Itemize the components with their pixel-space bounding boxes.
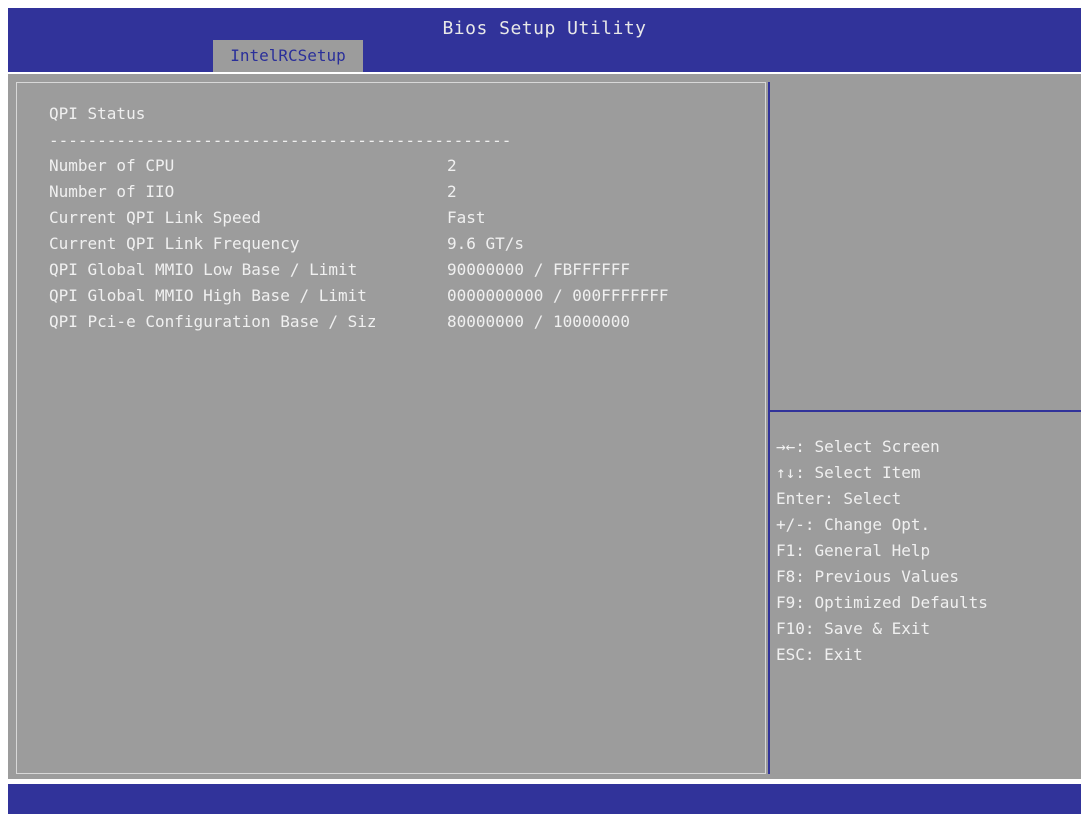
help-esc-exit: ESC: Exit — [776, 645, 863, 664]
label-qpi-link-speed: Current QPI Link Speed — [49, 208, 261, 227]
label-mmio-high: QPI Global MMIO High Base / Limit — [49, 286, 367, 305]
title-bar: Bios Setup Utility IntelRCSetup — [8, 8, 1081, 72]
label-mmio-low: QPI Global MMIO Low Base / Limit — [49, 260, 358, 279]
help-enter-select: Enter: Select — [776, 489, 902, 508]
status-bar — [8, 784, 1081, 814]
value-pcie-config-base: 80000000 / 10000000 — [447, 312, 631, 331]
settings-panel: QPI Status -----------------------------… — [16, 82, 766, 774]
help-save-exit: F10: Save & Exit — [776, 619, 931, 638]
app-title: Bios Setup Utility — [442, 18, 647, 39]
value-qpi-link-speed: Fast — [447, 208, 486, 227]
help-select-item: ↑↓: Select Item — [776, 463, 921, 482]
label-qpi-link-frequency: Current QPI Link Frequency — [49, 234, 300, 253]
value-mmio-low: 90000000 / FBFFFFFF — [447, 260, 631, 279]
label-number-of-iio: Number of IIO — [49, 182, 175, 201]
help-optimized-defaults: F9: Optimized Defaults — [776, 593, 988, 612]
label-number-of-cpu: Number of CPU — [49, 156, 175, 175]
help-previous-values: F8: Previous Values — [776, 567, 960, 586]
tab-intelrcsetup[interactable]: IntelRCSetup — [213, 40, 363, 72]
value-number-of-iio: 2 — [447, 182, 457, 201]
page-heading: QPI Status — [49, 104, 146, 123]
value-qpi-link-frequency: 9.6 GT/s — [447, 234, 525, 253]
bios-screen: Bios Setup Utility IntelRCSetup QPI Stat… — [8, 8, 1081, 814]
value-mmio-high: 0000000000 / 000FFFFFFF — [447, 286, 669, 305]
heading-separator: ----------------------------------------… — [49, 131, 512, 150]
help-general-help: F1: General Help — [776, 541, 931, 560]
value-number-of-cpu: 2 — [447, 156, 457, 175]
main-area: QPI Status -----------------------------… — [8, 72, 1081, 779]
label-pcie-config-base: QPI Pci-e Configuration Base / Siz — [49, 312, 377, 331]
help-select-screen: →←: Select Screen — [776, 437, 940, 456]
help-panel: →←: Select Screen ↑↓: Select Item Enter:… — [768, 82, 1081, 774]
help-divider — [770, 410, 1081, 412]
help-change-opt: +/-: Change Opt. — [776, 515, 931, 534]
